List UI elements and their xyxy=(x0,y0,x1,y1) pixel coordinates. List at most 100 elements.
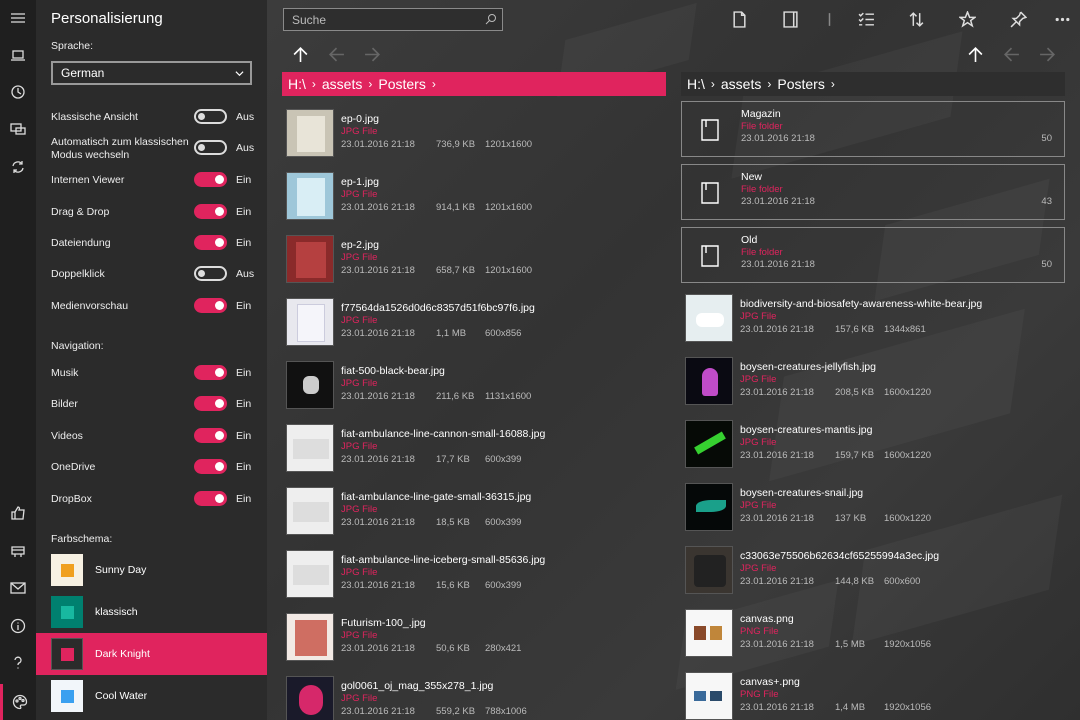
toggle-switch[interactable] xyxy=(194,365,227,380)
file-type: JPG File xyxy=(740,311,777,322)
list-item[interactable]: c33063e75506b62634cf65255994a3ec.jpg JPG… xyxy=(682,543,1066,597)
file-name: Futurism-100_.jpg xyxy=(341,617,426,629)
file-type: JPG File xyxy=(341,378,378,389)
language-value: German xyxy=(61,66,105,80)
left-back-arrow-icon[interactable] xyxy=(326,44,346,64)
list-item[interactable]: boysen-creatures-snail.jpg JPG File 23.0… xyxy=(682,480,1066,534)
file-type: JPG File xyxy=(341,441,378,452)
chevron-right-icon: › xyxy=(710,77,715,91)
crumb-assets[interactable]: assets xyxy=(322,76,362,92)
toggle-switch[interactable] xyxy=(194,459,227,474)
language-label: Sprache: xyxy=(51,40,94,52)
toggle-switch[interactable] xyxy=(194,396,227,411)
search-input[interactable]: Suche xyxy=(283,8,503,31)
toggle-state: Ein xyxy=(236,493,252,505)
toggle-switch[interactable] xyxy=(194,109,227,124)
file-dimensions: 600x399 xyxy=(485,580,522,591)
list-item[interactable]: fiat-500-black-bear.jpg JPG File 23.01.2… xyxy=(283,358,667,412)
crumb-posters[interactable]: Posters xyxy=(777,76,824,92)
file-thumbnail xyxy=(286,613,334,661)
folder-item[interactable]: New File folder 23.01.2016 21:18 43 xyxy=(681,164,1065,220)
toggle-switch[interactable] xyxy=(194,140,227,155)
file-dimensions: 1920x1056 xyxy=(884,639,932,650)
list-item[interactable]: ep-1.jpg JPG File 23.01.2016 21:18 914,1… xyxy=(283,169,667,223)
toggle-label: Drag & Drop xyxy=(51,206,110,218)
folder-count: 50 xyxy=(1041,133,1052,144)
folder-type: File folder xyxy=(741,121,783,132)
list-item[interactable]: canvas+.png PNG File 23.01.2016 21:18 1,… xyxy=(682,669,1066,720)
list-item[interactable]: Futurism-100_.jpg JPG File 23.01.2016 21… xyxy=(283,610,667,664)
file-size: 559,2 KB xyxy=(436,706,476,717)
toggle-switch[interactable] xyxy=(194,204,227,219)
folder-name: Magazin xyxy=(741,108,781,120)
file-name: c33063e75506b62634cf65255994a3ec.jpg xyxy=(740,550,940,562)
folder-item[interactable]: Old File folder 23.01.2016 21:18 50 xyxy=(681,227,1065,283)
list-item[interactable]: boysen-creatures-mantis.jpg JPG File 23.… xyxy=(682,417,1066,471)
list-item[interactable]: ep-0.jpg JPG File 23.01.2016 21:18 736,9… xyxy=(283,106,667,160)
list-item[interactable]: fiat-ambulance-line-iceberg-small-85636.… xyxy=(283,547,667,601)
file-date: 23.01.2016 21:18 xyxy=(740,324,814,335)
left-up-arrow-icon[interactable] xyxy=(290,44,310,64)
new-folder-icon[interactable] xyxy=(779,9,801,29)
list-item[interactable]: canvas.png PNG File 23.01.2016 21:18 1,5… xyxy=(682,606,1066,660)
screens-icon[interactable] xyxy=(0,111,36,147)
crumb-drive[interactable]: H:\ xyxy=(288,76,306,92)
pin-icon[interactable] xyxy=(1007,9,1029,29)
right-back-arrow-icon[interactable] xyxy=(1001,44,1021,64)
toggle-switch[interactable] xyxy=(194,235,227,250)
right-forward-arrow-icon[interactable] xyxy=(1037,44,1057,64)
scheme-dark-knight[interactable]: Dark Knight xyxy=(36,633,267,675)
crumb-assets[interactable]: assets xyxy=(721,76,761,92)
list-item[interactable]: fiat-ambulance-line-cannon-small-16088.j… xyxy=(283,421,667,475)
scheme-klassisch[interactable]: klassisch xyxy=(36,591,267,633)
list-item[interactable]: fiat-ambulance-line-gate-small-36315.jpg… xyxy=(283,484,667,538)
list-item[interactable]: biodiversity-and-biosafety-awareness-whi… xyxy=(682,291,1066,345)
scheme-cool-water[interactable]: Cool Water xyxy=(36,675,267,717)
new-file-icon[interactable] xyxy=(728,9,750,29)
file-type: JPG File xyxy=(740,437,777,448)
scheme-sunny-day[interactable]: Sunny Day xyxy=(36,549,267,591)
toggle-switch[interactable] xyxy=(194,428,227,443)
select-list-icon[interactable] xyxy=(855,9,877,29)
toggle-label: Medienvorschau xyxy=(51,300,129,312)
hamburger-icon[interactable] xyxy=(0,0,36,36)
toggle-switch[interactable] xyxy=(194,491,227,506)
folder-date: 23.01.2016 21:18 xyxy=(741,133,815,144)
folder-item[interactable]: Magazin File folder 23.01.2016 21:18 50 xyxy=(681,101,1065,157)
crumb-posters[interactable]: Posters xyxy=(378,76,425,92)
sort-icon[interactable] xyxy=(905,9,927,29)
toggle-switch[interactable] xyxy=(194,266,227,281)
palette-icon[interactable] xyxy=(0,684,36,720)
help-icon[interactable] xyxy=(0,645,36,681)
info-icon[interactable] xyxy=(0,608,36,644)
list-item[interactable]: gol0061_oj_mag_355x278_1.jpg JPG File 23… xyxy=(283,673,667,720)
left-forward-arrow-icon[interactable] xyxy=(362,44,382,64)
file-thumbnail xyxy=(685,294,733,342)
folder-name: Old xyxy=(741,234,758,246)
file-size: 157,6 KB xyxy=(835,324,875,335)
star-icon[interactable] xyxy=(956,9,978,29)
crumb-drive[interactable]: H:\ xyxy=(687,76,705,92)
store-icon[interactable] xyxy=(0,533,36,569)
mail-icon[interactable] xyxy=(0,570,36,606)
toggle-switch[interactable] xyxy=(194,298,227,313)
right-up-arrow-icon[interactable] xyxy=(965,44,985,64)
scheme-swatch xyxy=(51,554,83,586)
toggle-switch[interactable] xyxy=(194,172,227,187)
list-item[interactable]: boysen-creatures-jellyfish.jpg JPG File … xyxy=(682,354,1066,408)
file-name: fiat-ambulance-line-iceberg-small-85636.… xyxy=(341,554,546,566)
sync-icon[interactable] xyxy=(0,149,36,185)
toggle-state: Ein xyxy=(236,367,252,379)
language-select[interactable]: German xyxy=(51,61,252,85)
file-thumbnail xyxy=(286,298,334,346)
file-dimensions: 600x399 xyxy=(485,517,522,528)
file-thumbnail xyxy=(286,361,334,409)
list-item[interactable]: ep-2.jpg JPG File 23.01.2016 21:18 658,7… xyxy=(283,232,667,286)
file-thumbnail xyxy=(685,357,733,405)
file-name: ep-2.jpg xyxy=(341,239,379,251)
thumbs-up-icon[interactable] xyxy=(0,495,36,531)
list-item[interactable]: f77564da1526d0d6c8357d51f6bc97f6.jpg JPG… xyxy=(283,295,667,349)
clock-icon[interactable] xyxy=(0,74,36,110)
more-icon[interactable] xyxy=(1051,9,1073,29)
laptop-icon[interactable] xyxy=(0,37,36,73)
